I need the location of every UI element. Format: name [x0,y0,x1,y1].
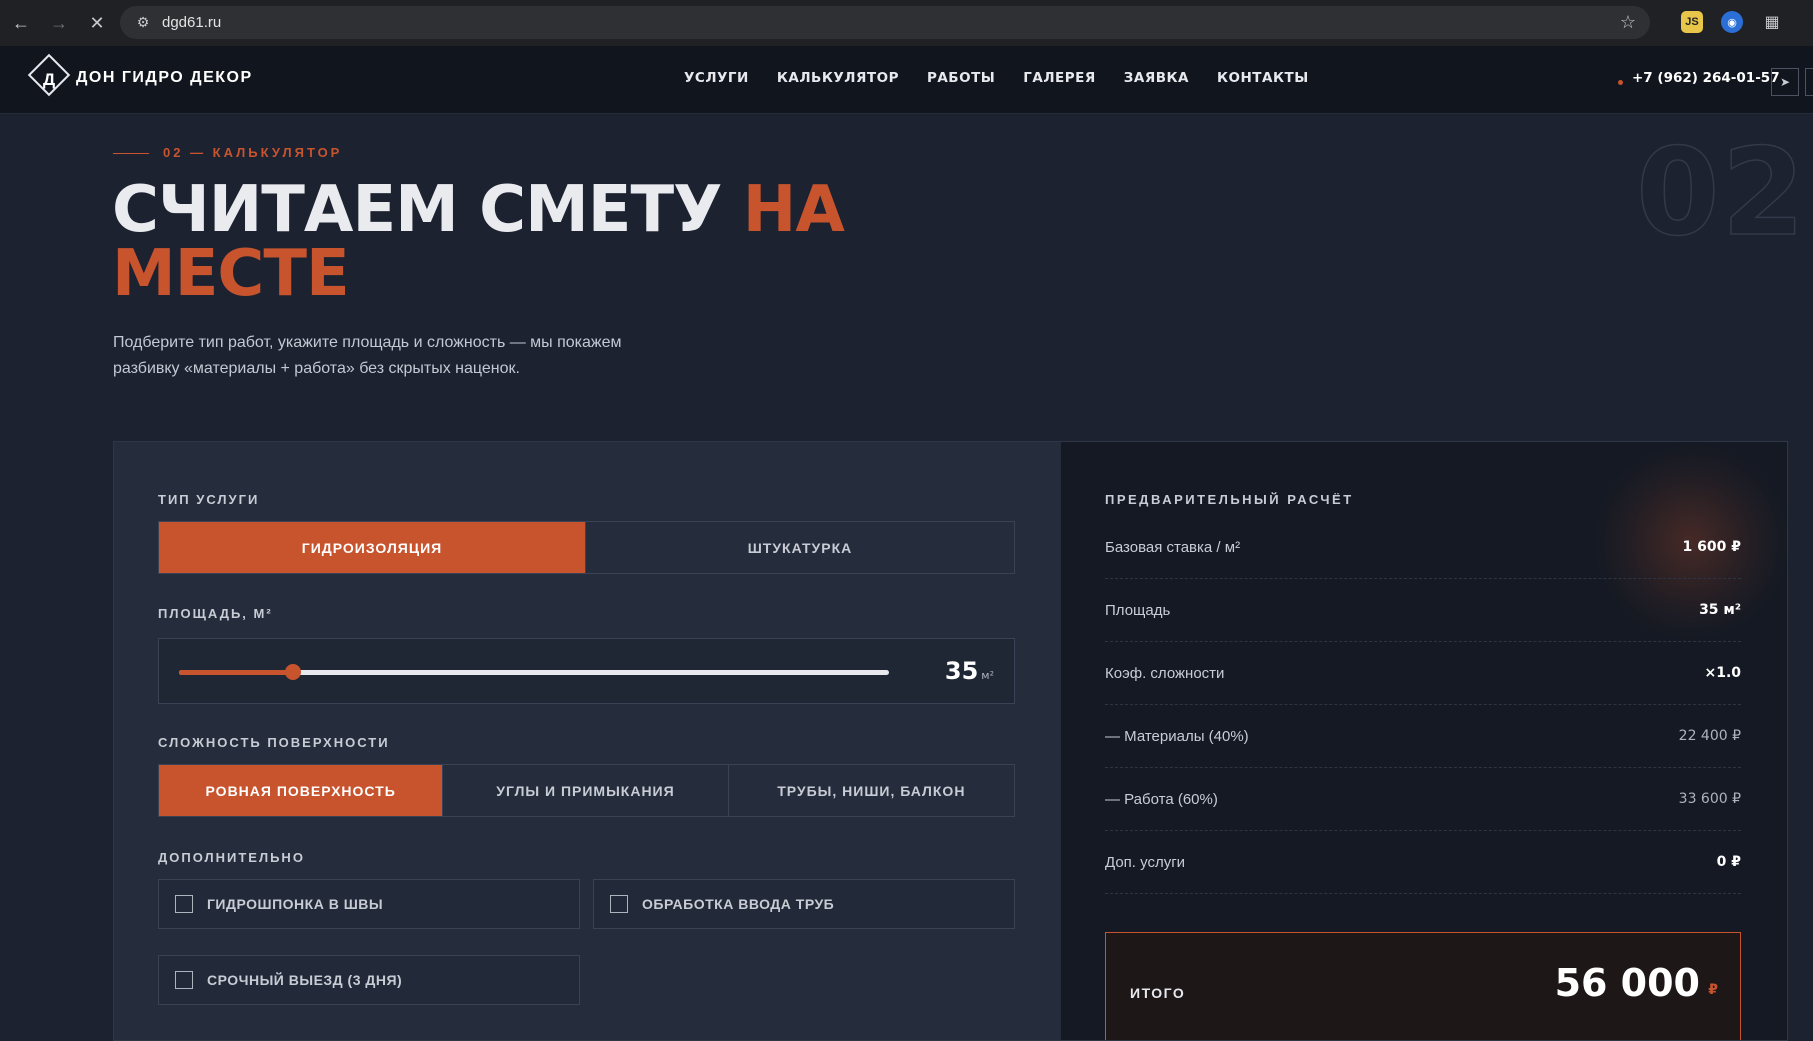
area-slider-thumb[interactable] [285,664,301,680]
site-info-icon[interactable]: ⚙ [128,14,158,31]
summary-row: Доп. услуги 0 ₽ [1105,831,1741,894]
estimate-summary: ПРЕДВАРИТЕЛЬНЫЙ РАСЧЁТ Базовая ставка / … [1061,442,1787,1040]
area-slider-track[interactable] [179,664,889,680]
logo-text[interactable]: ДОН ГИДРО ДЕКОР [76,69,253,87]
kicker-line [113,153,149,154]
total-box: ИТОГО 56 000 ₽ [1105,932,1741,1040]
service-plaster-button[interactable]: ШТУКАТУРКА [586,522,1014,573]
nav-item-request[interactable]: ЗАЯВКА [1124,70,1189,86]
checkbox-box[interactable] [175,895,193,913]
complexity-flat-button[interactable]: РОВНАЯ ПОВЕРХНОСТЬ [159,765,444,816]
summary-row-label: Доп. услуги [1105,853,1186,871]
checkbox-label: СРОЧНЫЙ ВЫЕЗД (3 ДНЯ) [207,972,403,988]
section-title: СЧИТАЕМ СМЕТУ НА МЕСТЕ [112,178,872,306]
checkbox-label: ГИДРОШПОНКА В ШВЫ [207,896,384,912]
bookmark-star-icon[interactable]: ☆ [1620,12,1636,33]
checkbox-label: ОБРАБОТКА ВВОДА ТРУБ [642,896,835,912]
summary-row: — Материалы (40%) 22 400 ₽ [1105,705,1741,768]
summary-row-label: Базовая ставка / м² [1105,538,1241,556]
summary-row-value: 0 ₽ [1716,854,1741,870]
section-big-number: 02 [1635,124,1807,263]
extension-eye-icon[interactable]: ◉ [1721,11,1743,33]
summary-row: Базовая ставка / м² 1 600 ₽ [1105,516,1741,579]
extensions-puzzle-icon[interactable]: ▦ [1761,11,1783,33]
summary-row: Площадь 35 м² [1105,579,1741,642]
stop-icon[interactable]: ✕ [80,6,114,40]
forward-icon[interactable]: → [42,6,76,40]
summary-row-value: 22 400 ₽ [1678,728,1741,744]
summary-row-value: ×1.0 [1704,665,1741,681]
nav-item-works[interactable]: РАБОТЫ [927,70,995,86]
section-lead: Подберите тип работ, укажите площадь и с… [113,334,622,377]
area-label: ПЛОЩАДЬ, М² [158,606,273,621]
summary-row: — Работа (60%) 33 600 ₽ [1105,768,1741,831]
summary-row-label: Коэф. сложности [1105,664,1225,682]
nav-item-calculator[interactable]: КАЛЬКУЛЯТОР [777,70,899,86]
calculator-form: ТИП УСЛУГИ ГИДРОИЗОЛЯЦИЯ ШТУКАТУРКА ПЛОЩ… [114,442,1061,1040]
total-currency: ₽ [1708,981,1718,997]
total-label: ИТОГО [1130,985,1186,1001]
summary-row-value: 33 600 ₽ [1678,791,1741,807]
summary-row: Коэф. сложности ×1.0 [1105,642,1741,705]
extras-label: ДОПОЛНИТЕЛЬНО [158,850,305,865]
extension-icon[interactable]: JS [1681,11,1703,33]
social-icon-partial[interactable] [1805,68,1813,96]
checkbox-box[interactable] [610,895,628,913]
summary-row-label: Площадь [1105,601,1171,619]
area-slider-box: 35 м² [158,638,1015,704]
complexity-pipes-button[interactable]: ТРУБЫ, НИШИ, БАЛКОН [729,765,1014,816]
total-value: 56 000 [1554,961,1700,1005]
summary-row-value: 35 м² [1699,602,1741,618]
checkbox-box[interactable] [175,971,193,989]
main-nav: УСЛУГИ КАЛЬКУЛЯТОР РАБОТЫ ГАЛЕРЕЯ ЗАЯВКА… [684,70,1337,86]
nav-item-gallery[interactable]: ГАЛЕРЕЯ [1023,70,1096,86]
summary-row-label: — Работа (60%) [1105,790,1218,808]
back-icon[interactable]: ← [4,6,38,40]
calculator-section: 02 — КАЛЬКУЛЯТОР 02 СЧИТАЕМ СМЕТУ НА МЕС… [0,114,1813,1041]
telegram-icon[interactable]: ➤ [1771,68,1799,96]
service-type-label: ТИП УСЛУГИ [158,492,260,507]
service-type-selector: ГИДРОИЗОЛЯЦИЯ ШТУКАТУРКА [158,521,1015,574]
nav-item-contacts[interactable]: КОНТАКТЫ [1217,70,1309,86]
url-text: dgd61.ru [162,14,222,31]
calculator: ТИП УСЛУГИ ГИДРОИЗОЛЯЦИЯ ШТУКАТУРКА ПЛОЩ… [113,441,1788,1041]
browser-toolbar: ← → ✕ ⚙ dgd61.ru ☆ JS ◉ ▦ [0,0,1813,46]
complexity-label: СЛОЖНОСТЬ ПОВЕРХНОСТИ [158,735,390,750]
phone-link[interactable]: +7 (962) 264-01-57 [1632,70,1780,86]
logo-letter[interactable]: Д [29,60,69,100]
service-waterproofing-button[interactable]: ГИДРОИЗОЛЯЦИЯ [159,522,586,573]
address-bar[interactable]: ⚙ dgd61.ru ☆ [120,6,1650,39]
area-unit: м² [981,669,994,682]
extra-pipe-entry-checkbox[interactable]: ОБРАБОТКА ВВОДА ТРУБ [593,879,1015,929]
site-header: Д ДОН ГИДРО ДЕКОР УСЛУГИ КАЛЬКУЛЯТОР РАБ… [0,46,1813,114]
summary-row-value: 1 600 ₽ [1682,539,1741,555]
area-value: 35 [944,657,979,685]
nav-item-services[interactable]: УСЛУГИ [684,70,749,86]
title-main: СЧИТАЕМ СМЕТУ [112,173,743,247]
summary-row-label: — Материалы (40%) [1105,727,1249,745]
area-value-display: 35 м² [945,657,994,685]
area-slider-fill [179,670,293,675]
complexity-selector: РОВНАЯ ПОВЕРХНОСТЬ УГЛЫ И ПРИМЫКАНИЯ ТРУ… [158,764,1015,817]
section-kicker: 02 — КАЛЬКУЛЯТОР [163,145,343,160]
extra-urgent-checkbox[interactable]: СРОЧНЫЙ ВЫЕЗД (3 ДНЯ) [158,955,580,1005]
status-dot [1618,80,1623,85]
complexity-corners-button[interactable]: УГЛЫ И ПРИМЫКАНИЯ [443,765,729,816]
summary-title: ПРЕДВАРИТЕЛЬНЫЙ РАСЧЁТ [1105,492,1354,507]
extra-waterstop-checkbox[interactable]: ГИДРОШПОНКА В ШВЫ [158,879,580,929]
